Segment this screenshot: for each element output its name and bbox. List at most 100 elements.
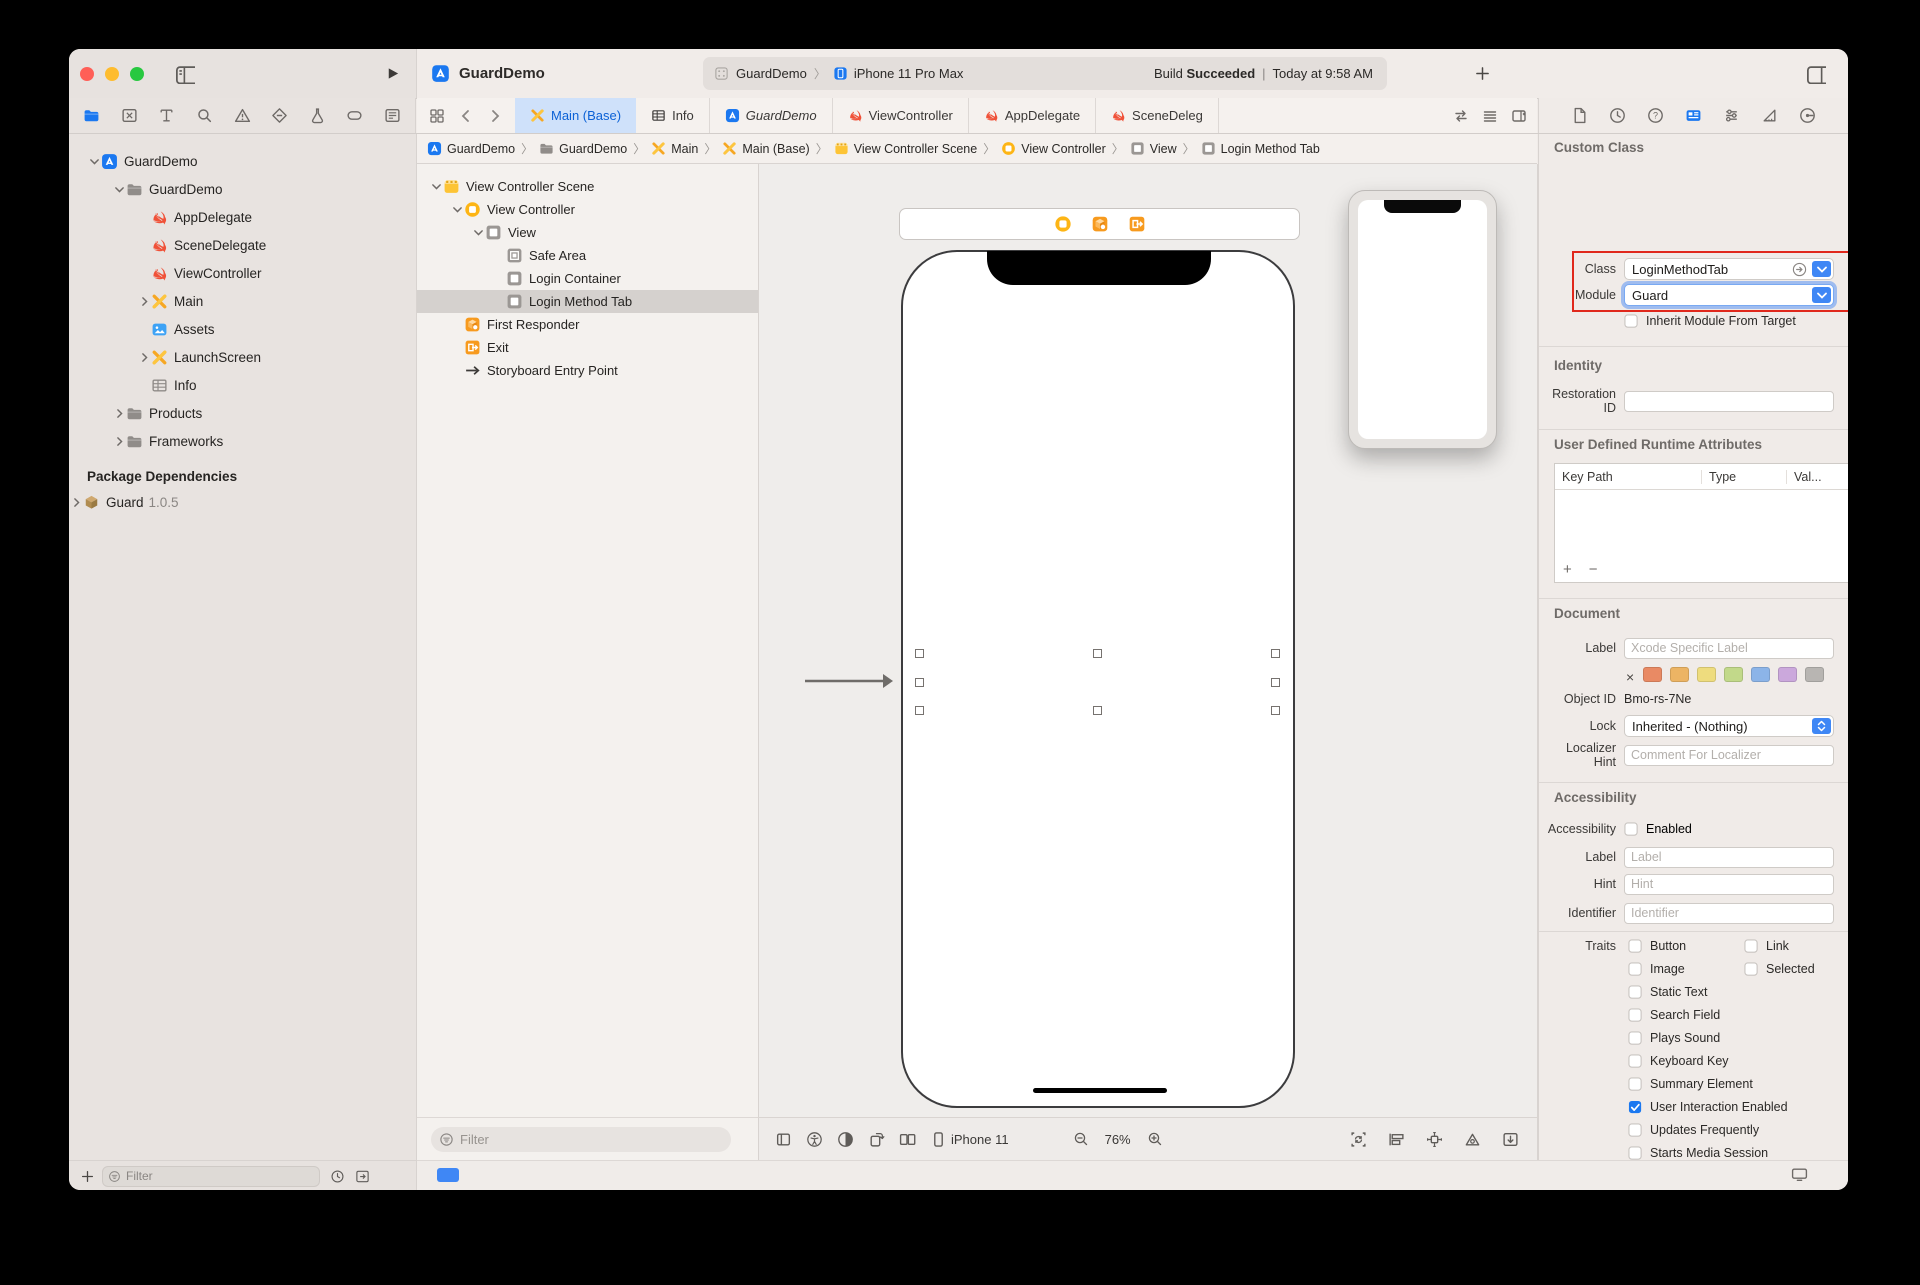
navigator-item-scenedelegate[interactable]: SceneDelegate bbox=[69, 231, 416, 259]
breadcrumb-item[interactable]: GuardDemo bbox=[539, 141, 627, 156]
update-frames-icon[interactable] bbox=[1350, 1131, 1367, 1148]
navigator-item-guarddemo[interactable]: GuardDemo bbox=[69, 147, 416, 175]
help-inspector-icon[interactable]: ? bbox=[1647, 107, 1664, 124]
activity-view[interactable]: GuardDemo 〉 iPhone 11 Pro Max Build Succ… bbox=[703, 57, 1387, 90]
diamond-icon[interactable] bbox=[271, 107, 288, 124]
panel-icon[interactable] bbox=[775, 1131, 792, 1148]
editor-tab-main-base-[interactable]: Main (Base) bbox=[515, 98, 636, 133]
color-swatch[interactable] bbox=[1643, 667, 1662, 682]
toggle-inspector-icon[interactable] bbox=[1806, 64, 1826, 84]
trait-static-text[interactable]: Static Text bbox=[1628, 983, 1707, 1001]
breadcrumb-item[interactable]: Main (Base) bbox=[722, 141, 809, 156]
forward-chevron-icon[interactable] bbox=[487, 108, 503, 124]
navigator-item-launchscreen[interactable]: LaunchScreen bbox=[69, 343, 416, 371]
outline-item-first-responder[interactable]: First Responder bbox=[417, 313, 758, 336]
checkbox-checked-icon[interactable] bbox=[1628, 1100, 1643, 1115]
selection-handle[interactable] bbox=[915, 678, 924, 687]
trait-search-field[interactable]: Search Field bbox=[1628, 1006, 1720, 1024]
class-dropdown-icon[interactable] bbox=[1812, 261, 1831, 277]
outline-item-safe-area[interactable]: Safe Area bbox=[417, 244, 758, 267]
chevron-right-icon[interactable] bbox=[137, 351, 151, 364]
search-icon[interactable] bbox=[196, 107, 213, 124]
breadcrumb-item[interactable]: View bbox=[1130, 141, 1177, 156]
accessibility-identifier-field[interactable] bbox=[1624, 903, 1834, 924]
chevron-down-icon[interactable] bbox=[87, 155, 101, 168]
zoom-window-button[interactable] bbox=[130, 67, 144, 81]
checkbox-icon[interactable] bbox=[1628, 1008, 1643, 1023]
trait-plays-sound[interactable]: Plays Sound bbox=[1628, 1029, 1720, 1047]
package-item-guard[interactable]: Guard1.0.5 bbox=[69, 488, 416, 516]
selection-handle[interactable] bbox=[1093, 649, 1102, 658]
recent-files-icon[interactable] bbox=[330, 1169, 345, 1184]
canvas-minimap[interactable] bbox=[1348, 190, 1497, 449]
embed-icon[interactable] bbox=[1502, 1131, 1519, 1148]
outline-item-exit[interactable]: Exit bbox=[417, 336, 758, 359]
runtime-attributes-table[interactable]: Key Path Type Val... + − bbox=[1554, 463, 1848, 583]
document-label-field[interactable] bbox=[1624, 638, 1834, 659]
chevron-right-icon[interactable] bbox=[112, 435, 126, 448]
outline-item-login-method-tab[interactable]: Login Method Tab bbox=[417, 290, 758, 313]
test-icon[interactable] bbox=[309, 107, 326, 124]
view-controller-device[interactable] bbox=[901, 250, 1295, 1108]
trait-selected[interactable]: Selected bbox=[1744, 960, 1815, 978]
run-destination[interactable]: iPhone 11 Pro Max bbox=[854, 66, 964, 81]
outline-item-storyboard-entry-point[interactable]: Storyboard Entry Point bbox=[417, 359, 758, 382]
selection-handle[interactable] bbox=[915, 706, 924, 715]
minimize-window-button[interactable] bbox=[105, 67, 119, 81]
editor-tab-scenedeleg[interactable]: SceneDeleg bbox=[1096, 98, 1219, 133]
lock-stepper-icon[interactable] bbox=[1812, 718, 1831, 734]
trait-user-interaction-enabled[interactable]: User Interaction Enabled bbox=[1628, 1098, 1788, 1116]
outline-item-view[interactable]: View bbox=[417, 221, 758, 244]
run-button[interactable] bbox=[385, 66, 400, 81]
module-field[interactable]: Guard bbox=[1624, 284, 1834, 306]
toggle-navigator-icon[interactable] bbox=[175, 64, 195, 84]
navigator-item-frameworks[interactable]: Frameworks bbox=[69, 427, 416, 455]
breadcrumb-item[interactable]: Login Method Tab bbox=[1201, 141, 1320, 156]
identity-inspector-icon[interactable] bbox=[1685, 107, 1702, 124]
trait-summary-element[interactable]: Summary Element bbox=[1628, 1075, 1753, 1093]
trait-keyboard-key[interactable]: Keyboard Key bbox=[1628, 1052, 1729, 1070]
checkbox-icon[interactable] bbox=[1744, 939, 1759, 954]
source-control-status-icon[interactable] bbox=[355, 1169, 370, 1184]
checkbox-icon[interactable] bbox=[1628, 1146, 1643, 1161]
chevron-right-icon[interactable] bbox=[112, 407, 126, 420]
checkbox-icon[interactable] bbox=[1628, 1031, 1643, 1046]
contrast-icon[interactable] bbox=[837, 1131, 854, 1148]
pin-icon[interactable] bbox=[1426, 1131, 1443, 1148]
storyboard-indicator[interactable] bbox=[437, 1168, 459, 1182]
module-dropdown-icon[interactable] bbox=[1812, 287, 1831, 303]
navigator-item-main[interactable]: Main bbox=[69, 287, 416, 315]
color-swatch[interactable] bbox=[1670, 667, 1689, 682]
checkbox-icon[interactable] bbox=[1628, 985, 1643, 1000]
chevron-down-icon[interactable] bbox=[450, 203, 464, 216]
swap-icon[interactable] bbox=[1453, 108, 1469, 124]
grid-icon[interactable] bbox=[429, 108, 445, 124]
clear-color-button[interactable]: × bbox=[1626, 669, 1634, 685]
trait-button[interactable]: Button bbox=[1628, 937, 1686, 955]
phone-icon[interactable] bbox=[930, 1131, 947, 1148]
vc-icon[interactable] bbox=[1054, 215, 1072, 233]
remove-attribute-button[interactable]: − bbox=[1589, 561, 1598, 578]
exit-icon[interactable] bbox=[1128, 215, 1146, 233]
breadcrumb-item[interactable]: GuardDemo bbox=[427, 141, 515, 156]
chevron-down-icon[interactable] bbox=[471, 226, 485, 239]
outline-item-view-controller[interactable]: View Controller bbox=[417, 198, 758, 221]
inherit-module-row[interactable]: Inherit Module From Target bbox=[1624, 312, 1796, 330]
breadcrumb-item[interactable]: View Controller bbox=[1001, 141, 1106, 156]
color-swatch[interactable] bbox=[1778, 667, 1797, 682]
scheme-name[interactable]: GuardDemo bbox=[736, 66, 807, 81]
zoom-level[interactable]: 76% bbox=[1105, 1132, 1131, 1147]
outline-item-view-controller-scene[interactable]: View Controller Scene bbox=[417, 175, 758, 198]
accessibility-hint-field[interactable] bbox=[1624, 874, 1834, 895]
checkbox-icon[interactable] bbox=[1628, 1054, 1643, 1069]
accessibility-enabled-checkbox[interactable] bbox=[1624, 822, 1639, 837]
editor-tab-info[interactable]: Info bbox=[636, 98, 710, 133]
history-inspector-icon[interactable] bbox=[1609, 107, 1626, 124]
back-chevron-icon[interactable] bbox=[458, 108, 474, 124]
checkbox-icon[interactable] bbox=[1628, 962, 1643, 977]
size-inspector-icon[interactable] bbox=[1761, 107, 1778, 124]
selection-handle[interactable] bbox=[1093, 706, 1102, 715]
navigator-item-appdelegate[interactable]: AppDelegate bbox=[69, 203, 416, 231]
scene-toolbar[interactable] bbox=[899, 208, 1300, 240]
outline-filter-field[interactable]: Filter bbox=[431, 1127, 731, 1152]
